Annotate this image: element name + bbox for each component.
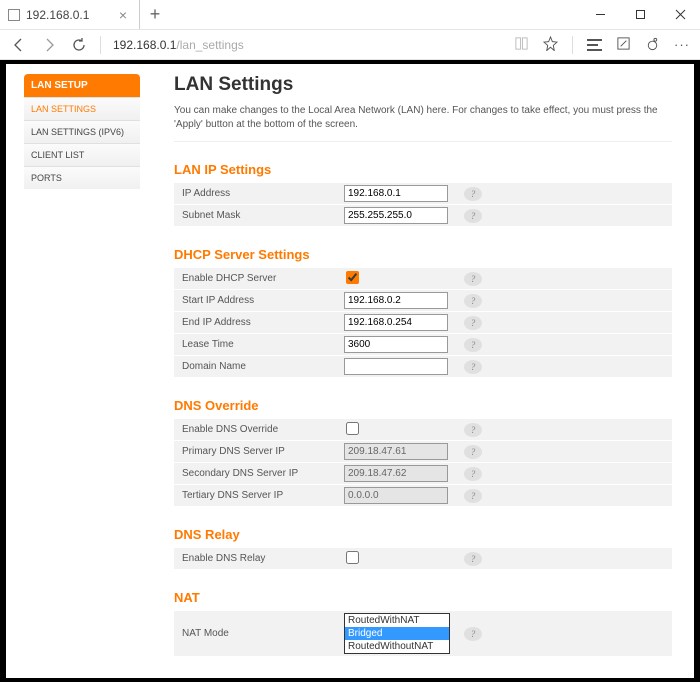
sidebar-item-ports[interactable]: PORTS: [24, 166, 140, 189]
enable-dns-relay-checkbox[interactable]: [346, 551, 359, 564]
page-title: LAN Settings: [174, 74, 672, 96]
help-icon[interactable]: ?: [464, 187, 482, 201]
subnet-mask-input[interactable]: [344, 207, 448, 224]
domain-name-input[interactable]: [344, 358, 448, 375]
forward-button[interactable]: [40, 36, 58, 54]
start-ip-input[interactable]: [344, 292, 448, 309]
enable-dhcp-label: Enable DHCP Server: [174, 273, 344, 284]
hub-icon[interactable]: [587, 39, 602, 51]
browser-tab[interactable]: 192.168.0.1 ×: [0, 0, 140, 29]
help-icon[interactable]: ?: [464, 489, 482, 503]
primary-dns-label: Primary DNS Server IP: [174, 446, 344, 457]
start-ip-label: Start IP Address: [174, 295, 344, 306]
primary-dns-input: [344, 443, 448, 460]
ip-address-input[interactable]: [344, 185, 448, 202]
main-content: LAN Settings You can make changes to the…: [174, 74, 672, 668]
domain-name-label: Domain Name: [174, 361, 344, 372]
dns-override-heading: DNS Override: [174, 398, 672, 413]
end-ip-label: End IP Address: [174, 317, 344, 328]
lease-time-label: Lease Time: [174, 339, 344, 350]
minimize-button[interactable]: [580, 0, 620, 29]
address-host: 192.168.0.1: [113, 38, 176, 52]
sidebar: LAN SETUP LAN SETTINGS LAN SETTINGS (IPV…: [24, 74, 140, 668]
enable-dns-relay-label: Enable DNS Relay: [174, 553, 344, 564]
nat-heading: NAT: [174, 590, 672, 605]
tertiary-dns-label: Tertiary DNS Server IP: [174, 490, 344, 501]
lan-ip-heading: LAN IP Settings: [174, 162, 672, 177]
address-path: /lan_settings: [176, 38, 243, 52]
help-icon[interactable]: ?: [464, 467, 482, 481]
refresh-button[interactable]: [70, 36, 88, 54]
tab-title: 192.168.0.1: [26, 8, 89, 22]
nat-mode-label: NAT Mode: [174, 628, 344, 639]
sidebar-item-lan-settings[interactable]: LAN SETTINGS: [24, 97, 140, 120]
lease-time-input[interactable]: [344, 336, 448, 353]
secondary-dns-input: [344, 465, 448, 482]
secondary-dns-label: Secondary DNS Server IP: [174, 468, 344, 479]
enable-dns-override-label: Enable DNS Override: [174, 424, 344, 435]
sidebar-header: LAN SETUP: [24, 74, 140, 97]
help-icon[interactable]: ?: [464, 316, 482, 330]
help-icon[interactable]: ?: [464, 294, 482, 308]
help-icon[interactable]: ?: [464, 272, 482, 286]
upnp-heading: UPnP: [174, 677, 672, 678]
nat-option[interactable]: RoutedWithoutNAT: [345, 640, 449, 653]
sidebar-item-lan-ipv6[interactable]: LAN SETTINGS (IPV6): [24, 120, 140, 143]
nat-option[interactable]: RoutedWithNAT: [345, 614, 449, 627]
dns-relay-heading: DNS Relay: [174, 527, 672, 542]
share-icon[interactable]: [645, 36, 660, 54]
close-window-button[interactable]: [660, 0, 700, 29]
enable-dhcp-checkbox[interactable]: [346, 271, 359, 284]
page-icon: [8, 9, 20, 21]
subnet-mask-label: Subnet Mask: [174, 210, 344, 221]
back-button[interactable]: [10, 36, 28, 54]
ip-address-label: IP Address: [174, 188, 344, 199]
help-icon[interactable]: ?: [464, 360, 482, 374]
page-intro: You can make changes to the Local Area N…: [174, 104, 672, 142]
browser-toolbar: 192.168.0.1/lan_settings ···: [0, 30, 700, 60]
help-icon[interactable]: ?: [464, 338, 482, 352]
tertiary-dns-input: [344, 487, 448, 504]
help-icon[interactable]: ?: [464, 209, 482, 223]
favorite-icon[interactable]: [543, 36, 558, 54]
address-bar[interactable]: 192.168.0.1/lan_settings: [113, 38, 502, 52]
help-icon[interactable]: ?: [464, 423, 482, 437]
help-icon[interactable]: ?: [464, 627, 482, 641]
maximize-button[interactable]: [620, 0, 660, 29]
enable-dns-override-checkbox[interactable]: [346, 422, 359, 435]
help-icon[interactable]: ?: [464, 445, 482, 459]
sidebar-item-client-list[interactable]: CLIENT LIST: [24, 143, 140, 166]
window-titlebar: 192.168.0.1 × +: [0, 0, 700, 30]
nat-option[interactable]: Bridged: [345, 627, 449, 640]
close-tab-icon[interactable]: ×: [115, 7, 131, 23]
notes-icon[interactable]: [616, 36, 631, 54]
new-tab-button[interactable]: +: [140, 0, 170, 29]
end-ip-input[interactable]: [344, 314, 448, 331]
nat-mode-select[interactable]: RoutedWithNAT Bridged RoutedWithoutNAT: [344, 613, 450, 654]
reading-view-icon[interactable]: [514, 36, 529, 54]
more-icon[interactable]: ···: [674, 37, 690, 52]
help-icon[interactable]: ?: [464, 552, 482, 566]
dhcp-heading: DHCP Server Settings: [174, 247, 672, 262]
